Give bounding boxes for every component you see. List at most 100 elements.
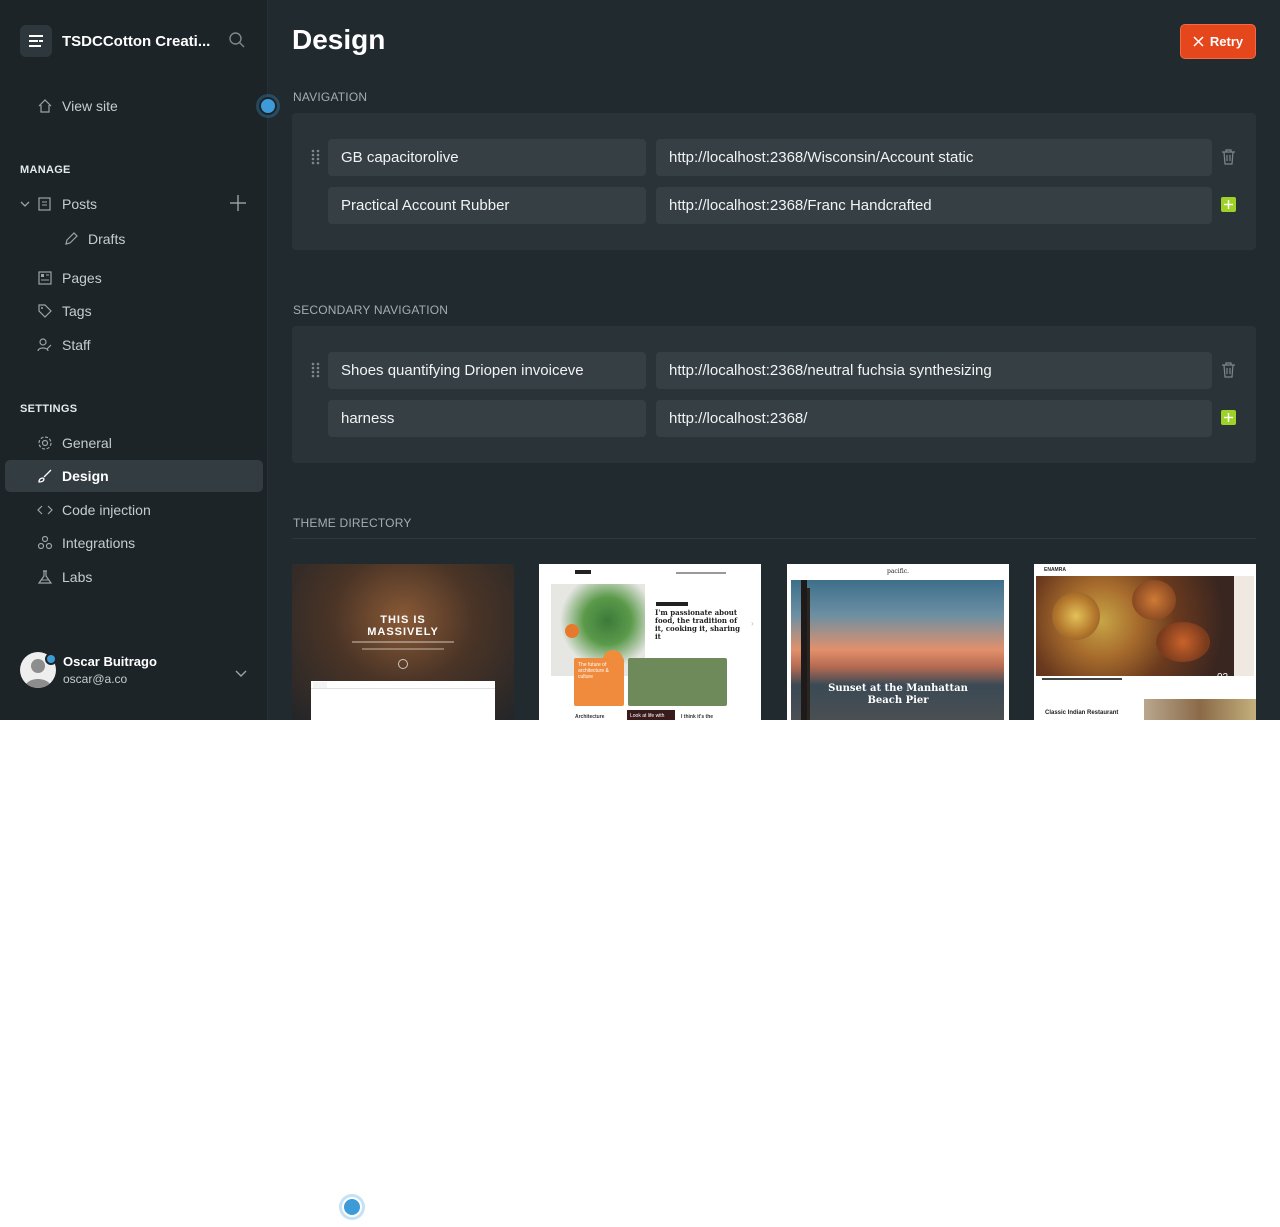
sidebar-item-label: Labs [62,569,93,585]
sidebar-item-label: Integrations [62,535,136,551]
sidebar-item-label: Staff [62,337,91,353]
navigation-panel [292,113,1256,250]
divider [292,538,1256,539]
nav-url-input[interactable]: http://localhost:2368/neutral fuchsia sy… [656,352,1212,389]
view-site-link[interactable]: View site [36,96,118,116]
navigation-label: NAVIGATION [293,90,368,104]
circle-icon [398,659,408,669]
add-item-icon[interactable] [1221,197,1236,212]
nav-label-input[interactable]: Shoes quantifying Driopen invoiceve [328,352,646,389]
flask-icon [36,568,54,586]
nav-label-input[interactable]: Practical Account Rubber [328,187,646,224]
secondary-navigation-label: SECONDARY NAVIGATION [293,303,449,317]
drag-handle-icon[interactable] [311,362,321,383]
gear-icon [36,434,54,452]
add-item-icon[interactable] [1221,410,1236,425]
theme-caption [1042,678,1122,680]
theme-card-pacific[interactable]: pacific. Sunset at the Manhattan Beach P… [787,564,1009,720]
theme-heading: Classic Indian Restaurant [1045,710,1119,716]
app-window: TSDCCotton Creati... View site MANAGE Po… [0,0,1280,720]
retry-button[interactable]: Retry [1180,24,1256,59]
trash-icon[interactable] [1221,149,1236,170]
nav-url-input[interactable]: http://localhost:2368/ [656,400,1212,437]
theme-brand: pacific. [887,568,909,575]
search-icon[interactable] [228,31,246,54]
tag-icon [36,302,54,320]
page-title: Design [292,24,386,55]
theme-image [1144,699,1256,720]
retry-label: Retry [1209,34,1244,49]
theme-heading: THIS IS MASSIVELY [367,614,439,638]
sidebar-item-pages[interactable]: Pages [36,268,102,288]
cursor-indicator-dot [342,1197,362,1217]
sidebar-item-label: Tags [62,303,92,319]
theme-image [1036,576,1254,676]
close-icon [1193,36,1204,47]
chevron-down-icon[interactable] [19,197,31,215]
user-email: oscar@a.co [63,672,128,686]
sidebar-item-label: Posts [62,196,98,212]
sidebar-item-label: Pages [62,270,102,286]
sidebar-item-label: Code injection [62,502,151,518]
theme-directory-label: THEME DIRECTORY [293,516,412,530]
theme-card: Architecture [575,714,605,720]
sidebar-item-label: Design [62,468,109,484]
theme-card: The future of architecture & culture [574,658,624,706]
sidebar-item-general[interactable]: General [36,433,112,453]
theme-brand: ENAMRA [1044,567,1066,573]
sidebar-item-code-injection[interactable]: Code injection [36,500,151,520]
nav-label-input[interactable]: harness [328,400,646,437]
notification-dot [45,653,57,665]
integrations-icon [36,534,54,552]
theme-card-restaurant[interactable]: ENAMRA 02 Classic Indian Restaurant [1034,564,1256,720]
posts-icon [36,195,54,213]
sidebar: TSDCCotton Creati... View site MANAGE Po… [0,0,268,720]
chevron-right-icon: › [751,619,754,628]
nav-url-input[interactable]: http://localhost:2368/Franc Handcrafted [656,187,1212,224]
theme-subtext [352,641,454,643]
theme-card-massively[interactable]: THIS IS MASSIVELY [292,564,514,720]
nav-label-input[interactable]: GB capacitorolive [328,139,646,176]
theme-card-image [628,658,727,706]
sidebar-item-design[interactable]: Design [36,466,109,486]
sidebar-item-label: General [62,435,112,451]
theme-card: I think it's the [681,714,714,720]
theme-heading: I'm passionate about food, the tradition… [655,608,740,641]
code-icon [36,501,54,519]
pages-icon [36,269,54,287]
cursor-indicator-dot [259,97,277,115]
pencil-icon [62,230,80,248]
sidebar-item-labs[interactable]: Labs [36,567,92,587]
manage-section-label: MANAGE [20,164,71,176]
theme-nav [676,572,726,574]
view-site-label: View site [62,98,118,114]
site-logo-icon [20,25,52,57]
brush-icon [36,467,54,485]
site-brand[interactable]: TSDCCotton Creati... [20,25,252,57]
sidebar-item-tags[interactable]: Tags [36,301,92,321]
theme-preview-page [311,681,495,720]
home-icon [36,97,54,115]
add-post-icon[interactable] [229,194,247,217]
theme-subtext [362,648,444,650]
theme-heading: Sunset at the Manhattan Beach Pier [828,683,968,706]
theme-logo [575,570,591,574]
site-title: TSDCCotton Creati... [62,32,211,50]
trash-icon[interactable] [1221,362,1236,383]
user-name: Oscar Buitrago [63,654,157,669]
secondary-navigation-panel [292,326,1256,463]
staff-icon [36,336,54,354]
sidebar-item-staff[interactable]: Staff [36,335,91,355]
settings-section-label: SETTINGS [20,403,78,415]
sidebar-item-integrations[interactable]: Integrations [36,533,135,553]
chevron-down-icon[interactable] [234,666,248,684]
drag-handle-icon[interactable] [311,149,321,170]
sidebar-item-label: Drafts [88,231,126,247]
sidebar-item-posts[interactable]: Posts [36,194,97,214]
theme-badge [656,602,688,606]
nav-url-input[interactable]: http://localhost:2368/Wisconsin/Account … [656,139,1212,176]
theme-card: Look at life with [627,710,675,720]
slide-counter: 02 [1217,672,1229,683]
theme-card-food[interactable]: I'm passionate about food, the tradition… [539,564,761,720]
sidebar-item-drafts[interactable]: Drafts [62,229,125,249]
